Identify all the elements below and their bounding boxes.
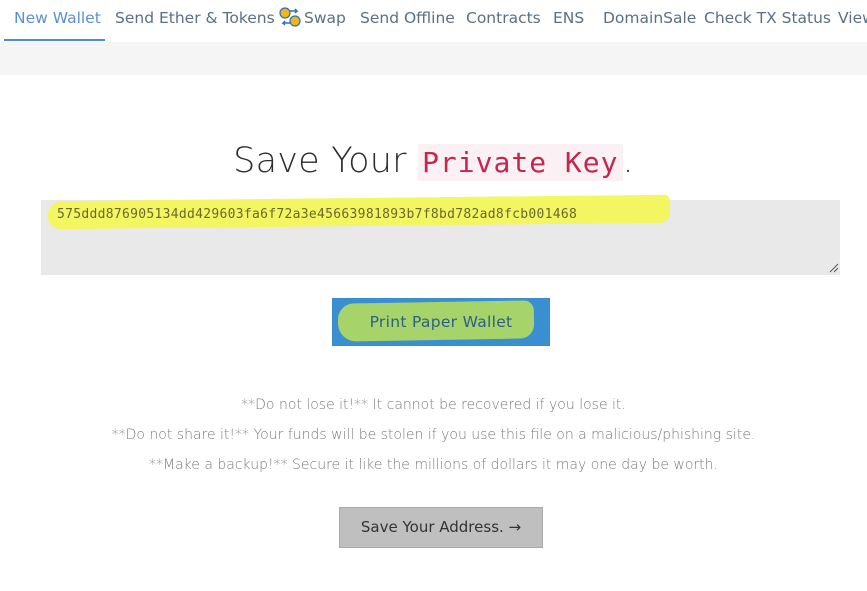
tab-contracts[interactable]: Contracts: [466, 0, 541, 42]
tab-send-offline[interactable]: Send Offline: [360, 0, 455, 42]
page-title: Save Your Private Key.: [0, 138, 867, 186]
warning-make-backup: **Make a backup!** Secure it like the mi…: [149, 457, 718, 473]
top-nav: New Wallet Send Ether & Tokens Swap Send…: [0, 0, 867, 42]
swap-icon: [279, 4, 301, 27]
resize-grip-icon[interactable]: [828, 262, 839, 273]
tab-check-tx-status[interactable]: Check TX Status: [704, 0, 831, 42]
private-key-value[interactable]: 575ddd876905134dd429603fa6f72a3e45663981…: [57, 207, 577, 222]
active-tab-indicator: [4, 39, 105, 41]
tab-new-wallet[interactable]: New Wallet: [14, 0, 101, 42]
sub-header-bar: [0, 42, 867, 75]
tab-swap[interactable]: Swap: [279, 0, 346, 42]
title-prefix: Save Your: [233, 141, 407, 181]
tab-ens[interactable]: ENS: [553, 0, 584, 42]
print-paper-wallet-label[interactable]: Print Paper Wallet: [332, 298, 550, 346]
warning-do-not-lose: **Do not lose it!** It cannot be recover…: [241, 397, 626, 413]
save-your-address-button[interactable]: Save Your Address. →: [339, 507, 543, 548]
warning-do-not-share: **Do not share it!** Your funds will be …: [111, 427, 756, 443]
tab-send-ether-tokens[interactable]: Send Ether & Tokens: [115, 0, 275, 42]
tab-domainsale[interactable]: DomainSale: [603, 0, 696, 42]
title-suffix: .: [622, 141, 634, 181]
tab-view[interactable]: View: [838, 0, 867, 42]
tab-swap-label: Swap: [304, 9, 346, 27]
title-private-key-code: Private Key: [418, 144, 623, 181]
